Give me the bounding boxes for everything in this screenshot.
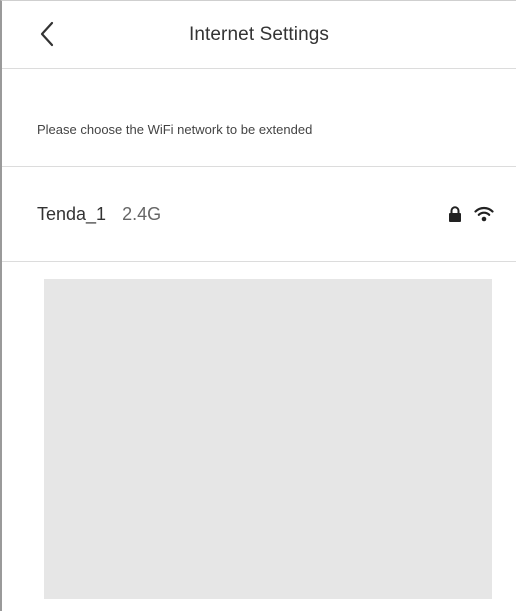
chevron-left-icon — [40, 21, 54, 47]
back-button[interactable] — [32, 19, 62, 49]
content-placeholder-panel — [44, 279, 492, 599]
page-title: Internet Settings — [188, 23, 330, 45]
instruction-text: Please choose the WiFi network to be ext… — [37, 122, 313, 137]
network-item-tenda-1[interactable]: Tenda_1 2.4G — [2, 167, 516, 262]
network-ssid: Tenda_1 — [37, 203, 107, 224]
network-status-icons — [448, 206, 494, 222]
network-band: 2.4G — [122, 203, 162, 224]
instruction-row: Please choose the WiFi network to be ext… — [2, 69, 516, 167]
lock-icon — [449, 206, 461, 222]
wifi-signal-icon — [474, 206, 494, 222]
app-window: Internet Settings Please choose the WiFi… — [0, 0, 516, 611]
header-bar: Internet Settings — [2, 1, 516, 69]
